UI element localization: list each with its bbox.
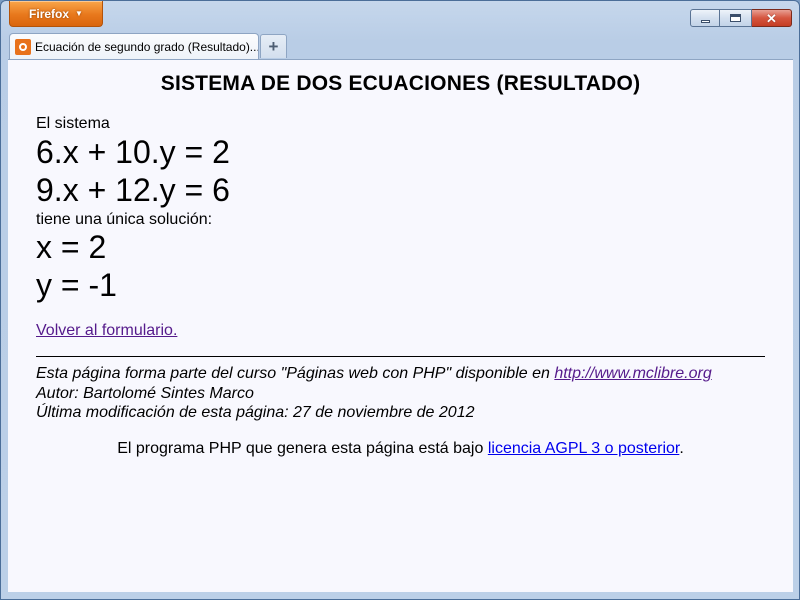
equation-2: 9.x + 12.y = 6 xyxy=(36,172,230,208)
equation-1: 6.x + 10.y = 2 xyxy=(36,134,230,170)
solution-y: y = -1 xyxy=(36,267,117,303)
browser-window: Firefox ▼ ✕ Ecuación de segundo grado (R… xyxy=(0,0,800,600)
close-icon: ✕ xyxy=(766,10,777,26)
page-title: SISTEMA DE DOS ECUACIONES (RESULTADO) xyxy=(160,72,641,95)
plus-icon: + xyxy=(268,36,279,56)
intro-text: El sistema xyxy=(36,115,110,132)
minimize-icon xyxy=(700,19,710,23)
minimize-button[interactable] xyxy=(690,9,720,27)
back-link-container: Volver al formulario. xyxy=(36,322,177,340)
course-text: Esta página forma parte del curso "Págin… xyxy=(36,365,555,382)
maximize-button[interactable] xyxy=(720,9,752,27)
dropdown-arrow-icon: ▼ xyxy=(75,9,83,18)
license-suffix: . xyxy=(679,440,684,457)
tab-strip: Ecuación de segundo grado (Resultado)...… xyxy=(1,31,799,59)
window-controls: ✕ xyxy=(690,9,792,27)
author-line: Autor: Bartolomé Sintes Marco xyxy=(36,385,254,402)
footer-divider xyxy=(36,356,765,357)
solution-x: x = 2 xyxy=(36,229,107,265)
last-modified-line: Última modificación de esta página: 27 d… xyxy=(36,404,475,421)
tab-title: Ecuación de segundo grado (Resultado)...… xyxy=(35,39,258,54)
license-text: El programa PHP que genera esta página e… xyxy=(117,440,488,457)
page-content: SISTEMA DE DOS ECUACIONES (RESULTADO) El… xyxy=(8,59,793,592)
maximize-icon xyxy=(730,14,741,22)
license-line: El programa PHP que genera esta página e… xyxy=(8,440,793,458)
mclibre-link[interactable]: http://www.mclibre.org xyxy=(554,365,711,382)
back-to-form-link[interactable]: Volver al formulario. xyxy=(36,322,177,339)
tab-active[interactable]: Ecuación de segundo grado (Resultado)...… xyxy=(9,33,259,59)
firefox-menu-button[interactable]: Firefox ▼ xyxy=(9,1,103,27)
course-line: Esta página forma parte del curso "Págin… xyxy=(36,365,712,383)
firefox-menu-label: Firefox xyxy=(29,6,70,21)
license-link[interactable]: licencia AGPL 3 o posterior xyxy=(488,440,680,457)
close-button[interactable]: ✕ xyxy=(752,9,792,27)
new-tab-button[interactable]: + xyxy=(260,34,287,58)
xampp-favicon-icon xyxy=(15,38,31,55)
solution-intro: tiene una única solución: xyxy=(36,211,213,228)
